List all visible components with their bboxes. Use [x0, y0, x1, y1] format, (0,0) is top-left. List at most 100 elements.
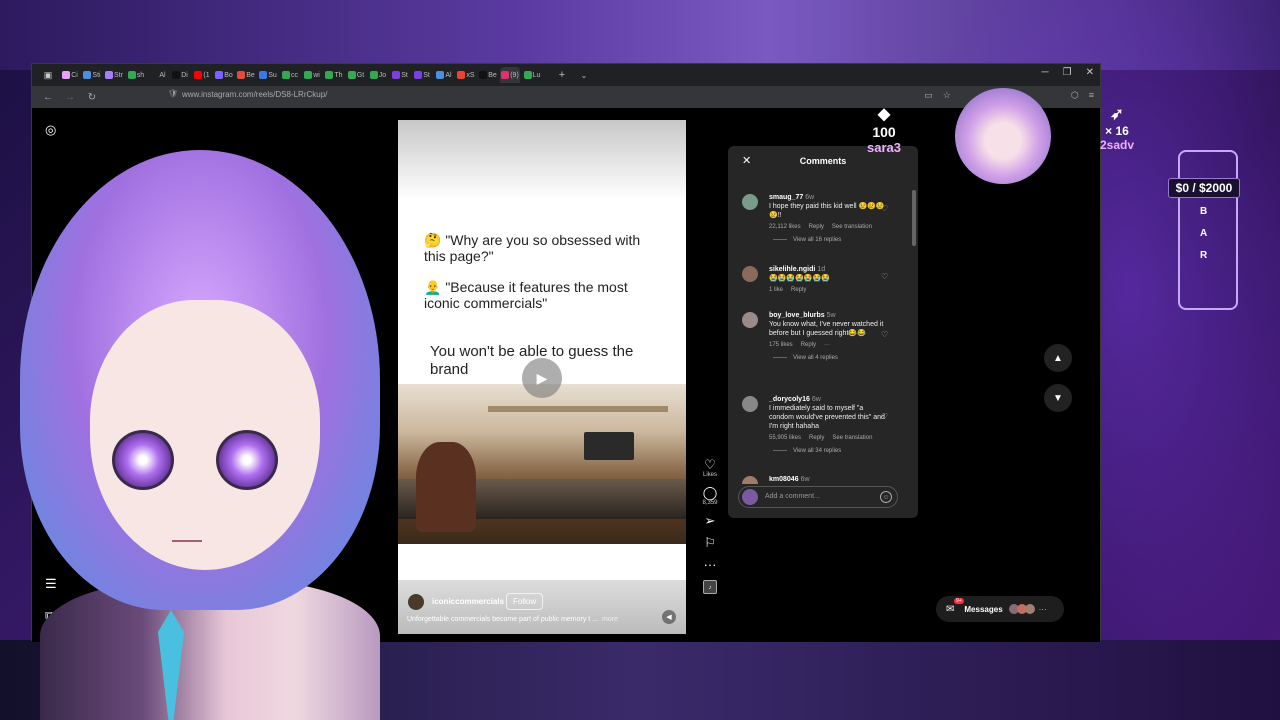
site-info-icon[interactable]: 🛡 — [168, 89, 178, 98]
browser-tab[interactable]: Su — [258, 67, 278, 83]
previous-reel-arrow-icon[interactable]: ▲ — [1044, 344, 1072, 372]
browser-tab[interactable]: St — [412, 67, 432, 83]
reload-icon[interactable]: ↻ — [86, 92, 98, 103]
messages-more-icon[interactable]: ··· — [1039, 605, 1047, 614]
minimize-icon[interactable]: ─ — [1042, 67, 1049, 78]
comment-more-icon[interactable]: ··· — [824, 342, 830, 348]
comment-avatar[interactable] — [742, 312, 758, 328]
forward-icon[interactable]: → — [64, 92, 76, 103]
comment-avatar[interactable] — [742, 476, 758, 484]
tab-dropdown-icon[interactable]: ⌄ — [574, 67, 594, 83]
comment-user-text[interactable]: sikelihle.ngidi — [769, 266, 815, 273]
add-comment-field[interactable]: Add a comment... ☺ — [738, 486, 898, 508]
comment-likes[interactable]: 175 likes — [769, 342, 793, 348]
view-replies-link[interactable]: View all 4 replies — [773, 355, 889, 361]
close-window-icon[interactable]: ✕ — [1086, 67, 1094, 78]
comment-like-heart-icon[interactable]: ♡ — [881, 272, 888, 281]
browser-tab[interactable]: Th — [324, 67, 344, 83]
tab-title: St — [423, 71, 430, 79]
comment-user-text[interactable]: km08046 — [769, 476, 799, 483]
tab-search-icon[interactable]: ▣ — [38, 67, 58, 83]
browser-tab[interactable]: Be — [478, 67, 498, 83]
caption-more-link[interactable]: more — [602, 616, 618, 623]
browser-tab[interactable]: xS — [456, 67, 476, 83]
comment-avatar[interactable] — [742, 396, 758, 412]
browser-tab[interactable]: Ci — [60, 67, 80, 83]
new-tab-icon[interactable]: + — [552, 67, 572, 83]
comment-icon[interactable]: ◯ — [703, 486, 718, 500]
browser-tab[interactable]: wi — [302, 67, 322, 83]
messages-button[interactable]: ✉ 9+ Messages ··· — [936, 596, 1064, 622]
reel-video[interactable]: 🤔 "Why are you so obsessed with this pag… — [398, 120, 686, 634]
browser-tab[interactable]: (1 — [192, 67, 212, 83]
comment-translation-link[interactable]: See translation — [832, 435, 872, 441]
follow-button[interactable]: Follow — [506, 593, 544, 610]
browser-tab[interactable]: Di — [170, 67, 190, 83]
browser-tab[interactable]: Bo — [214, 67, 234, 83]
reel-author-avatar[interactable] — [408, 594, 424, 610]
comment-username[interactable]: boy_love_blurbs 5w — [769, 312, 889, 319]
tab-title: Di — [181, 71, 188, 79]
comments-scrollbar[interactable] — [912, 190, 916, 246]
extensions-icon[interactable]: ⬡ — [1071, 90, 1079, 101]
comment-like-heart-icon[interactable]: ♡ — [881, 412, 888, 421]
url-field[interactable]: www.instagram.com/reels/DS8-LRrCkup/ — [182, 90, 327, 99]
menu-icon[interactable]: ≡ — [1089, 90, 1094, 101]
browser-tab[interactable]: Gt — [346, 67, 366, 83]
comment-username[interactable]: sikelihle.ngidi 1d — [769, 266, 889, 273]
reel-kitchen-scene — [398, 384, 686, 544]
like-heart-icon[interactable]: ♡ — [704, 458, 716, 472]
browser-tab[interactable]: Jo — [368, 67, 388, 83]
browser-tab[interactable]: (9) — [500, 67, 520, 83]
back-icon[interactable]: ← — [42, 92, 54, 103]
browser-tab[interactable]: Str — [104, 67, 124, 83]
comment-reply-button[interactable]: Reply — [791, 287, 806, 293]
tab-favicon-icon — [414, 71, 423, 79]
play-icon[interactable]: ▶ — [522, 358, 562, 398]
comment-likes[interactable]: 22,112 likes — [769, 224, 801, 230]
bookmark-star-icon[interactable]: ☆ — [943, 90, 951, 101]
view-replies-link[interactable]: View all 34 replies — [773, 448, 889, 454]
emoji-picker-icon[interactable]: ☺ — [880, 491, 892, 503]
comment-username[interactable]: _dorycoly16 6w — [769, 396, 889, 403]
more-options-icon[interactable]: ··· — [704, 558, 717, 572]
next-reel-arrow-icon[interactable]: ▼ — [1044, 384, 1072, 412]
more-menu-icon[interactable]: ☰ — [45, 576, 57, 592]
comment-reply-button[interactable]: Reply — [809, 224, 824, 230]
browser-tab[interactable]: St — [390, 67, 410, 83]
comment-avatar[interactable] — [742, 266, 758, 282]
browser-tab[interactable]: Lu — [522, 67, 542, 83]
browser-tab[interactable]: sh — [126, 67, 146, 83]
browser-tab[interactable]: Al — [148, 67, 168, 83]
screenshot-icon[interactable]: ▭ — [924, 90, 933, 101]
comment-user-text[interactable]: _dorycoly16 — [769, 396, 810, 403]
comment-user-text[interactable]: boy_love_blurbs — [769, 312, 825, 319]
browser-tab[interactable]: Sti — [82, 67, 102, 83]
comment-reply-button[interactable]: Reply — [801, 342, 816, 348]
comment-time: 6w — [800, 476, 810, 483]
browser-tab[interactable]: Al — [434, 67, 454, 83]
view-replies-link[interactable]: View all 16 replies — [773, 237, 889, 243]
comment-translation-link[interactable]: See translation — [832, 224, 872, 230]
comment-likes[interactable]: 1 like — [769, 287, 783, 293]
browser-tab[interactable]: Be — [236, 67, 256, 83]
instagram-logo-icon[interactable]: ◎ — [45, 122, 56, 138]
comment-username[interactable]: km08046 6w — [769, 476, 889, 483]
audio-thumbnail-icon[interactable]: ♪ — [703, 580, 717, 594]
goal-letter: R — [1200, 250, 1208, 261]
tab-favicon-icon — [194, 71, 203, 79]
comment-like-heart-icon[interactable]: ♡ — [881, 204, 888, 213]
restore-icon[interactable]: ❐ — [1063, 67, 1072, 78]
save-bookmark-icon[interactable]: ⚐ — [704, 536, 716, 550]
comment-username[interactable]: smaug_77 6w — [769, 194, 889, 201]
comment-text: 😭😭😭😭😭😭😭 — [769, 275, 831, 282]
comment-reply-button[interactable]: Reply — [809, 435, 824, 441]
share-icon[interactable]: ➢ — [705, 514, 716, 528]
comment-user-text[interactable]: smaug_77 — [769, 194, 803, 201]
comment-likes[interactable]: 55,905 likes — [769, 435, 801, 441]
comment-like-heart-icon[interactable]: ♡ — [881, 330, 888, 339]
reel-author-username[interactable]: iconiccommercials — [432, 597, 504, 606]
comment-avatar[interactable] — [742, 194, 758, 210]
browser-tab[interactable]: cc — [280, 67, 300, 83]
mute-icon[interactable]: ◀ — [662, 610, 676, 624]
